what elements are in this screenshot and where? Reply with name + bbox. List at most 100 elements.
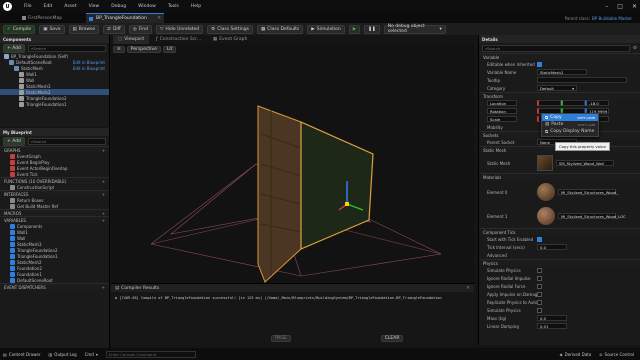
variable-name-input[interactable]: StaticMesh2 (537, 69, 587, 75)
physics-checkbox[interactable] (537, 307, 542, 313)
pause-button[interactable]: ❚❚ (364, 24, 380, 34)
tab-viewport[interactable]: ▢ Viewport (113, 35, 150, 44)
my-blueprint-search-input[interactable]: ⌕ Search (27, 137, 106, 145)
tooltip-input[interactable] (537, 77, 627, 83)
copy-display-name-menu-item[interactable]: ⧉ Copy Display Name (542, 128, 598, 135)
start-tick-checkbox[interactable] (537, 236, 542, 242)
location-dropdown[interactable]: Location (487, 100, 517, 106)
cmd-dropdown[interactable]: Cmd ▾ (85, 352, 98, 357)
section-physics[interactable]: Physics (479, 259, 640, 266)
debug-object-select[interactable]: No debug object selected ▾ (383, 24, 446, 34)
physics-checkbox[interactable] (537, 299, 542, 305)
selected-mesh-panel (300, 121, 374, 250)
blueprint-section-header[interactable]: MACROS + (0, 209, 109, 216)
location-x[interactable] (537, 100, 561, 106)
rotation-dropdown[interactable]: Rotation (487, 108, 517, 114)
edit-in-blueprint-link[interactable]: Edit in Blueprint (73, 66, 105, 71)
settings-icon[interactable]: ⚙ (633, 46, 637, 51)
component-label: Wall1 (26, 71, 37, 77)
paste-menu-item[interactable]: ▤ Paste SHIFT+LMB (542, 121, 598, 128)
scale-dropdown[interactable]: Scale (487, 116, 517, 122)
tab-first-person-map[interactable]: FirstPersonMap (22, 13, 62, 23)
blueprint-section-header[interactable]: GRAPHS + (0, 146, 109, 153)
menu-window[interactable]: Window (138, 4, 156, 9)
physics-checkbox[interactable] (537, 267, 542, 273)
class-settings-button[interactable]: ⚙ Class Settings (207, 24, 253, 34)
play-button[interactable]: ▶ (348, 24, 361, 34)
browse-button[interactable]: ▤ Browse (68, 24, 100, 34)
blueprint-section-header[interactable]: EVENT DISPATCHERS + (0, 283, 109, 290)
physics-checkbox[interactable] (537, 291, 542, 297)
components-search-input[interactable]: ⌕ Search (27, 44, 106, 52)
find-button[interactable]: ◎ Find (128, 24, 152, 34)
material-0-select[interactable]: MI_Stylized_Structures_Wood_ (558, 189, 618, 195)
menu-debug[interactable]: Debug (111, 4, 126, 9)
material-1-thumbnail[interactable] (537, 207, 555, 225)
add-icon[interactable]: + (102, 192, 105, 197)
physics-checkbox[interactable] (537, 283, 542, 289)
static-mesh-select[interactable]: SM_Stylized_Wood_Wall (556, 160, 614, 166)
class-defaults-button[interactable]: ▦ Class Defaults (256, 24, 304, 34)
category-select[interactable]: Default ▾ (537, 85, 577, 91)
compile-button[interactable]: ✔ Compile (3, 24, 36, 34)
add-icon[interactable]: + (102, 211, 105, 216)
add-blueprint-item-button[interactable]: + Add (3, 136, 25, 146)
diff-button[interactable]: ⇄ Diff (103, 24, 125, 34)
material-0-thumbnail[interactable] (537, 183, 555, 201)
menu-file[interactable]: File (24, 4, 32, 9)
content-drawer-button[interactable]: ▤ Content Drawer (3, 352, 41, 357)
minimize-icon[interactable]: – (605, 3, 608, 10)
add-icon[interactable]: + (102, 179, 105, 184)
editable-inherited-checkbox[interactable] (537, 61, 542, 67)
component-tree-item[interactable]: TriangleFoundation1 (0, 101, 109, 107)
tab-event-graph[interactable]: ▦ Event Graph (208, 35, 252, 44)
hide-unrelated-button[interactable]: ▽ Hide Unrelated (155, 24, 204, 34)
page-button[interactable]: PAGE (271, 335, 291, 342)
tab-bp-triangle-foundation[interactable]: BP_TriangleFoundation ✕ (86, 13, 164, 23)
simulation-button[interactable]: ▶ Simulation (307, 24, 345, 34)
menu-asset[interactable]: Asset (64, 4, 76, 9)
static-mesh-thumbnail[interactable] (537, 155, 553, 171)
menu-tools[interactable]: Tools (168, 4, 179, 9)
results-footer: PAGE CLEAR (271, 335, 404, 342)
menu-view[interactable]: View (89, 4, 100, 9)
console-input[interactable]: Enter Console Command (105, 350, 196, 358)
location-z[interactable]: -18.0 (585, 100, 609, 106)
menu-help[interactable]: Help (191, 4, 201, 9)
material-1-select[interactable]: MI_Stylized_Structures_Wood_LOC (558, 213, 626, 219)
section-variable[interactable]: Variable (479, 53, 640, 60)
menu-edit[interactable]: Edit (44, 4, 53, 9)
close-results-icon[interactable]: ✕ (466, 286, 470, 291)
details-search-input[interactable]: ⌕ Search (482, 44, 630, 52)
section-component-tick[interactable]: Component Tick (479, 228, 640, 235)
add-icon[interactable]: + (102, 285, 105, 290)
section-transform[interactable]: Transform (479, 92, 640, 99)
blueprint-section-header[interactable]: FUNCTIONS (10 OVERRIDABLE) + (0, 177, 109, 184)
physics-value-input[interactable]: 0.0 (537, 315, 567, 321)
source-control-button[interactable]: ⊘ Source Control (599, 352, 634, 357)
blueprint-section-header[interactable]: VARIABLES + (0, 216, 109, 223)
tick-interval-input[interactable]: 0.0 (537, 244, 567, 250)
save-button[interactable]: ▣ Save (39, 24, 65, 34)
add-component-button[interactable]: + Add (3, 43, 25, 53)
clear-button[interactable]: CLEAR (380, 335, 404, 342)
close-tab-icon[interactable]: ✕ (157, 16, 161, 21)
blueprint-section-header[interactable]: INTERFACES + (0, 190, 109, 197)
edit-in-blueprint-link[interactable]: Edit in Blueprint (73, 60, 105, 65)
viewport[interactable]: ≡ Perspective Lit (111, 44, 474, 283)
tab-construction-script[interactable]: ƒ Construction Scr... (151, 35, 206, 44)
location-y[interactable] (561, 100, 585, 106)
add-icon[interactable]: + (102, 148, 105, 153)
output-log-button[interactable]: ▥ Output Log (49, 352, 77, 357)
tick-advanced-toggle[interactable]: Advanced (479, 251, 640, 259)
derived-data-button[interactable]: ◈ Derived Data (560, 352, 592, 357)
physics-checkbox[interactable] (537, 275, 542, 281)
maximize-icon[interactable]: □ (617, 3, 623, 10)
close-icon[interactable]: ✕ (632, 3, 637, 10)
item-icon (10, 197, 15, 203)
add-icon[interactable]: + (102, 218, 105, 223)
copy-menu-item[interactable]: ⧉ Copy SHIFT+RMB (542, 114, 598, 121)
compiler-results-tab[interactable]: ▤ Compiler Results ✕ (111, 284, 474, 292)
physics-value-input[interactable]: 0.01 (537, 323, 567, 329)
section-materials[interactable]: Materials (479, 173, 640, 180)
